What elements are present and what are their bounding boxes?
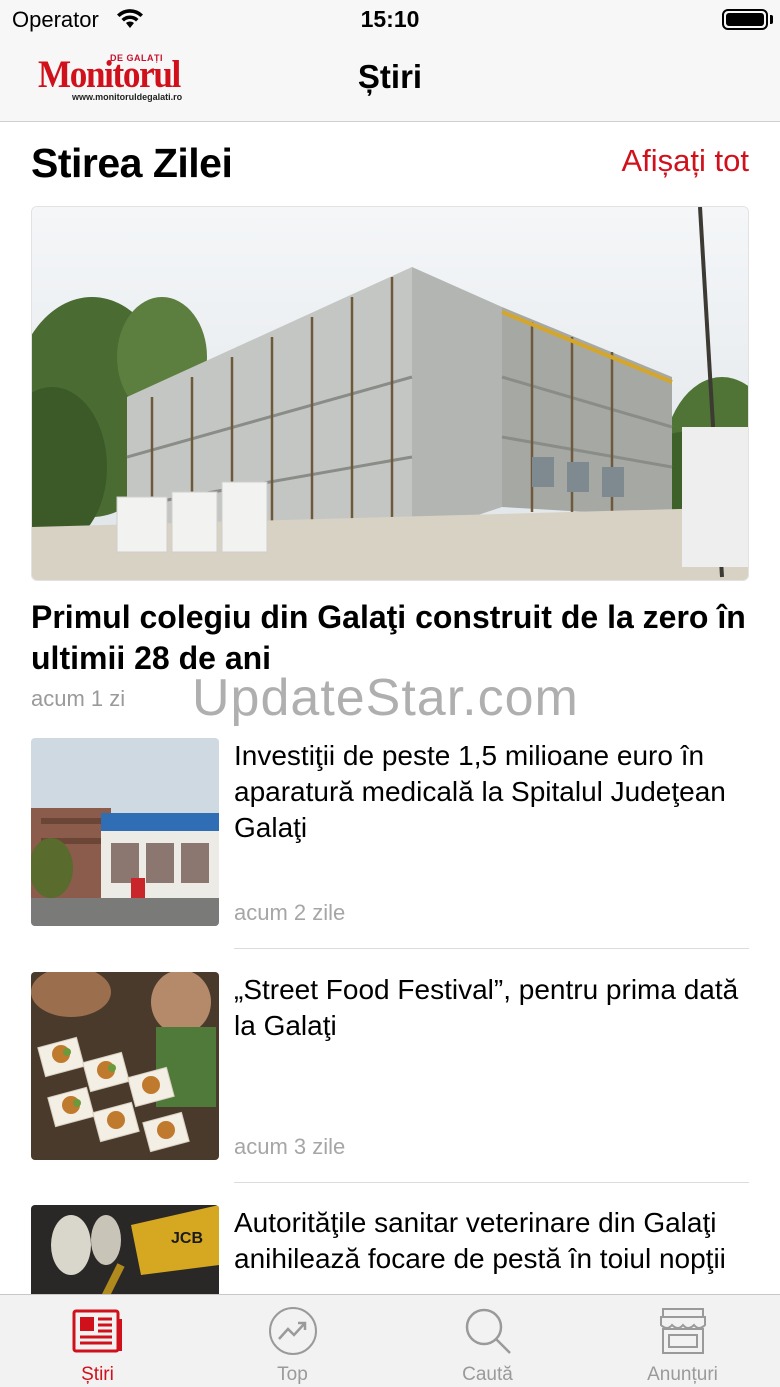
article-title: Autorităţile sanitar veterinare din Gala…	[234, 1207, 726, 1274]
article-thumbnail	[31, 972, 219, 1160]
search-icon	[465, 1308, 511, 1354]
article-title: „Street Food Festival”, pentru prima dat…	[234, 974, 739, 1041]
separator	[234, 1182, 749, 1183]
tab-bar: Știri Top Caută Anunțuri	[0, 1294, 780, 1387]
article-time: acum 3 zile	[234, 1134, 346, 1159]
store-icon	[660, 1308, 706, 1354]
see-all-link[interactable]: Afișați tot	[622, 143, 750, 179]
tab-label: Anunțuri	[647, 1364, 718, 1385]
page-title: Știri	[357, 58, 423, 95]
battery-tip	[770, 15, 773, 24]
section-title: Stirea Zilei	[31, 140, 233, 186]
article-time: acum 2 zile	[234, 900, 346, 925]
article-title: Investiţii de peste 1,5 milioane euro în…	[234, 740, 726, 843]
tab-top[interactable]: Top	[195, 1295, 390, 1387]
battery-icon	[722, 9, 768, 30]
status-bar: Operator 15:10	[0, 0, 780, 40]
svg-text:JCB: JCB	[171, 1230, 203, 1247]
newspaper-icon	[72, 1309, 122, 1353]
featured-image[interactable]	[31, 206, 749, 581]
tab-label: Top	[277, 1364, 308, 1385]
tab-anunturi[interactable]: Anunțuri	[585, 1295, 780, 1387]
list-item[interactable]: Investiţii de peste 1,5 milioane euro în…	[31, 738, 751, 949]
article-thumbnail	[31, 738, 219, 926]
tab-label: Caută	[462, 1364, 513, 1385]
separator	[234, 948, 749, 949]
tab-label: Știri	[81, 1364, 114, 1385]
watermark-text: UpdateStar.com	[192, 669, 579, 727]
tab-stiri[interactable]: Știri	[0, 1295, 195, 1387]
trending-icon	[269, 1307, 317, 1355]
clock-label: 15:10	[360, 6, 420, 32]
list-item[interactable]: „Street Food Festival”, pentru prima dat…	[31, 972, 751, 1183]
tab-cauta[interactable]: Caută	[390, 1295, 585, 1387]
featured-title[interactable]: Primul colegiu din Galaţi construit de l…	[31, 597, 751, 679]
featured-time: acum 1 zi	[31, 686, 126, 711]
construction-photo	[32, 207, 748, 580]
